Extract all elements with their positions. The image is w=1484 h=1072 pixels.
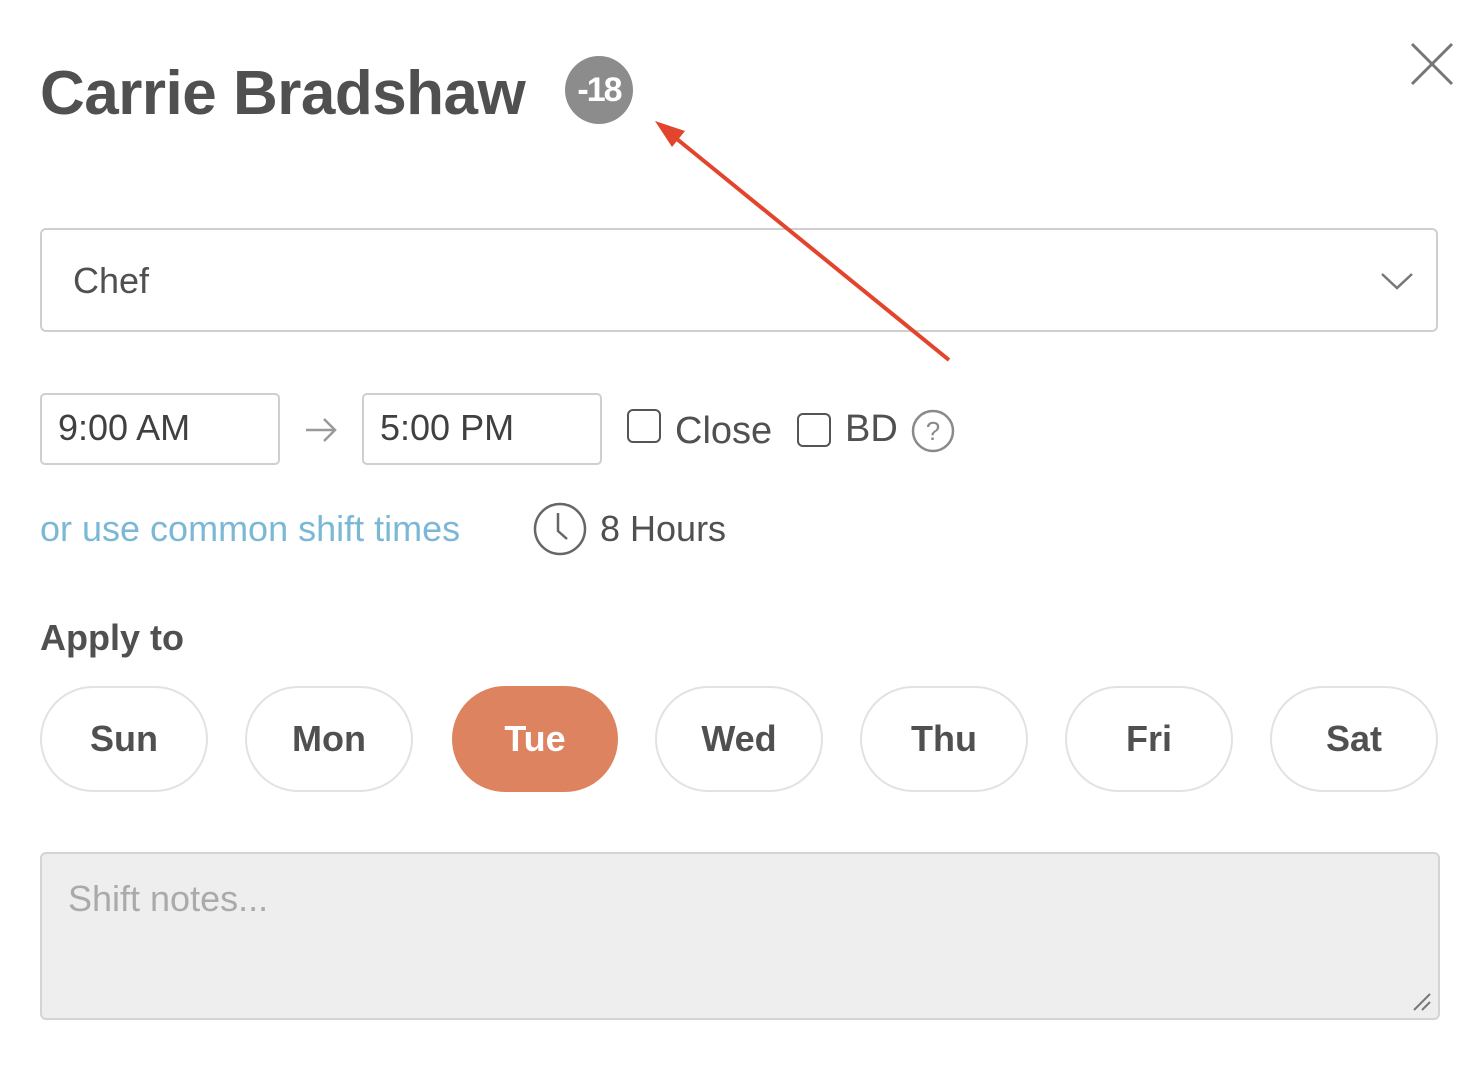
start-time-input[interactable]: 9:00 AM xyxy=(40,393,280,465)
help-icon[interactable]: ? xyxy=(910,408,956,454)
close-checkbox-label: Close xyxy=(675,410,773,452)
close-icon[interactable] xyxy=(1408,40,1456,88)
chevron-down-icon xyxy=(1381,273,1413,290)
svg-text:?: ? xyxy=(926,416,940,446)
day-button-sun[interactable]: Sun xyxy=(40,686,208,792)
day-button-mon[interactable]: Mon xyxy=(245,686,413,792)
edit-shift-dialog: Carrie Bradshaw -18 Chef 9:00 AM 5:00 PM… xyxy=(0,0,1484,1072)
end-time-input[interactable]: 5:00 PM xyxy=(362,393,602,465)
day-button-thu[interactable]: Thu xyxy=(860,686,1028,792)
role-select-value: Chef xyxy=(73,260,150,301)
age-badge: -18 xyxy=(565,56,633,124)
bd-checkbox[interactable] xyxy=(797,413,831,447)
shift-notes-textarea[interactable]: Shift notes... xyxy=(40,852,1440,1020)
day-button-fri[interactable]: Fri xyxy=(1065,686,1233,792)
common-shift-times-link[interactable]: or use common shift times xyxy=(40,508,460,550)
clock-icon xyxy=(533,502,587,556)
arrow-right-icon xyxy=(306,418,337,442)
close-checkbox[interactable] xyxy=(627,409,661,443)
role-select[interactable]: Chef xyxy=(40,228,1438,332)
bd-checkbox-label: BD xyxy=(845,408,898,450)
day-selector: Sun Mon Tue Wed Thu Fri Sat xyxy=(40,686,1442,794)
day-button-wed[interactable]: Wed xyxy=(655,686,823,792)
resize-grip-icon[interactable] xyxy=(1410,990,1432,1012)
day-button-sat[interactable]: Sat xyxy=(1270,686,1438,792)
shift-notes-placeholder: Shift notes... xyxy=(68,878,269,919)
apply-to-label: Apply to xyxy=(40,617,184,658)
employee-name: Carrie Bradshaw xyxy=(40,59,526,128)
shift-duration: 8 Hours xyxy=(600,508,727,549)
day-button-tue[interactable]: Tue xyxy=(452,686,618,792)
